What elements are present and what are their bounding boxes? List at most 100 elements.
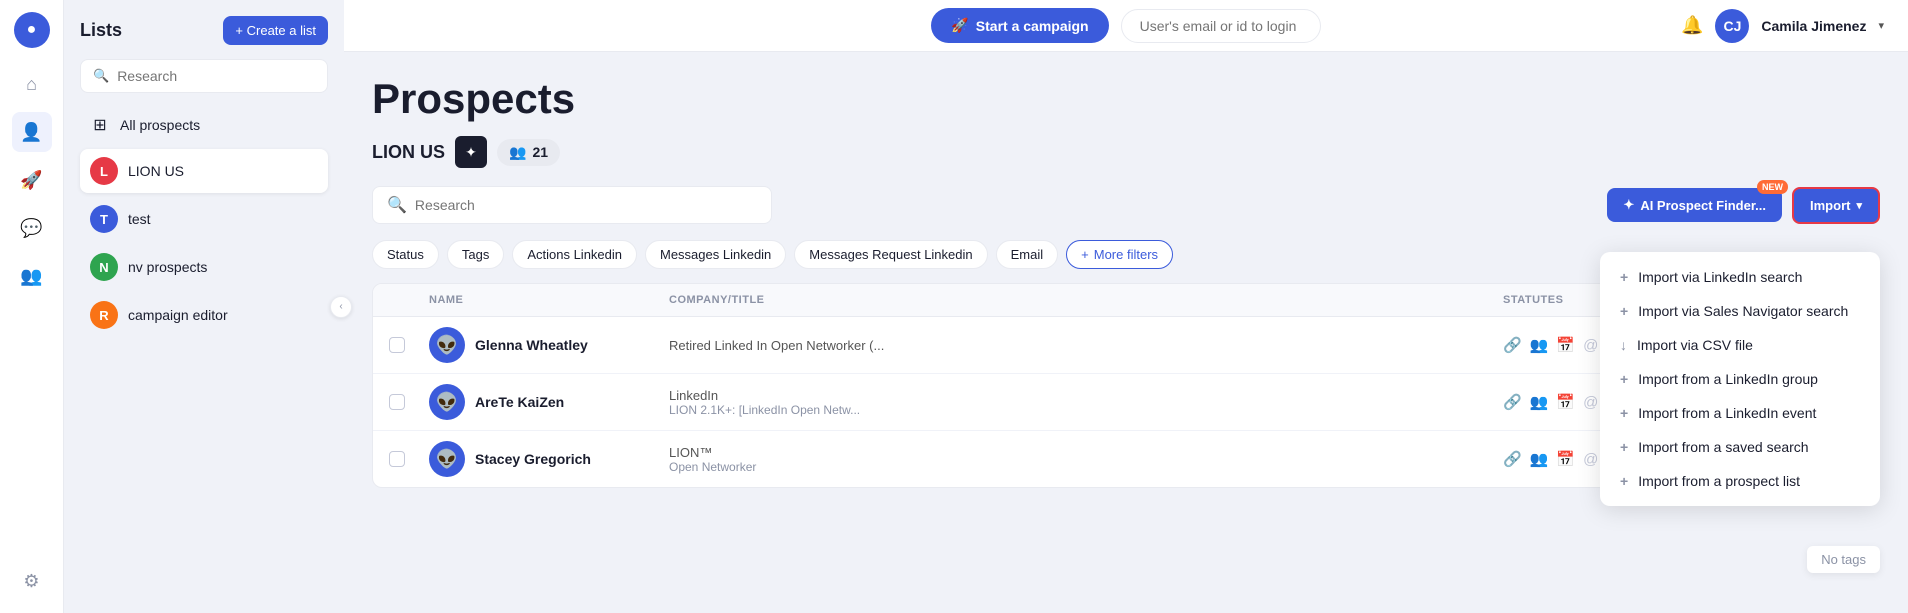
import-linkedin-search-item[interactable]: + Import via LinkedIn search <box>1600 260 1880 294</box>
filter-email[interactable]: Email <box>996 240 1059 269</box>
sidebar-item-nv-prospects[interactable]: N nv prospects <box>80 245 328 289</box>
main-content: 🚀 Start a campaign 🔔 CJ Camila Jimenez ▾… <box>344 0 1908 613</box>
ai-sparkle-icon: ✦ <box>1623 197 1634 213</box>
col-header-name: NAME <box>429 294 669 306</box>
import-prospect-list-item[interactable]: + Import from a prospect list <box>1600 464 1880 498</box>
row-checkbox-3[interactable] <box>389 451 405 467</box>
prospect-company-1: Retired Linked In Open Networker (... <box>669 338 1503 353</box>
ai-btn-label: AI Prospect Finder... <box>1640 198 1766 213</box>
rocket-icon: 🚀 <box>951 17 968 34</box>
link-icon-2[interactable]: 🔗 <box>1503 393 1522 411</box>
import-linkedin-group-item[interactable]: + Import from a LinkedIn group <box>1600 362 1880 396</box>
sidebar-item-campaign-editor[interactable]: R campaign editor <box>80 293 328 337</box>
company-title-3: LION™ <box>669 445 889 460</box>
import-sales-navigator-item[interactable]: + Import via Sales Navigator search <box>1600 294 1880 328</box>
import-btn-label: Import <box>1810 198 1850 213</box>
more-filters-label: More filters <box>1094 247 1158 262</box>
plus-icon: + <box>1081 247 1089 262</box>
plus-icon-4: + <box>1620 405 1628 421</box>
download-icon: ↓ <box>1620 337 1627 353</box>
app-logo[interactable]: ● <box>14 12 50 48</box>
filter-status[interactable]: Status <box>372 240 439 269</box>
members-icon: 👥 <box>509 144 526 161</box>
company-sub-2: LION 2.1K+: [LinkedIn Open Netw... <box>669 403 889 417</box>
import-sales-navigator-label: Import via Sales Navigator search <box>1638 303 1848 319</box>
sidebar-search-input[interactable] <box>117 68 315 84</box>
sidebar-search-icon: 🔍 <box>93 68 109 84</box>
prospect-name-1: Glenna Wheatley <box>475 337 588 353</box>
prospect-avatar-2: 👽 <box>429 384 465 420</box>
list-name-test: test <box>128 211 151 227</box>
filter-messages-request-linkedin[interactable]: Messages Request Linkedin <box>794 240 987 269</box>
sidebar-search-box: 🔍 <box>80 59 328 93</box>
grid-icon: ⊞ <box>90 115 110 135</box>
calendar-icon[interactable]: 📅 <box>1556 336 1575 354</box>
groups-nav-icon[interactable]: 👥 <box>12 256 52 296</box>
link-icon-3[interactable]: 🔗 <box>1503 450 1522 468</box>
import-linkedin-search-label: Import via LinkedIn search <box>1638 269 1802 285</box>
row-checkbox-2[interactable] <box>389 394 405 410</box>
ai-prospect-finder-button[interactable]: ✦ AI Prospect Finder... NEW <box>1607 188 1782 222</box>
create-list-button[interactable]: + Create a list <box>223 16 328 45</box>
user-email-input[interactable] <box>1121 9 1321 43</box>
plus-icon-3: + <box>1620 371 1628 387</box>
list-name-display: LION US <box>372 142 445 163</box>
prospect-info-1: 👽 Glenna Wheatley <box>429 327 669 363</box>
plus-icon-6: + <box>1620 473 1628 489</box>
sidebar-header: Lists + Create a list <box>80 16 328 45</box>
home-nav-icon[interactable]: ⌂ <box>12 64 52 104</box>
sidebar-item-all-prospects[interactable]: ⊞ All prospects <box>80 107 328 143</box>
at-icon[interactable]: @ <box>1583 337 1598 354</box>
messages-nav-icon[interactable]: 💬 <box>12 208 52 248</box>
icon-bar: ● ⌂ 👤 🚀 💬 👥 ⚙ <box>0 0 64 613</box>
more-filters-button[interactable]: + More filters <box>1066 240 1173 269</box>
import-dropdown-menu: + Import via LinkedIn search + Import vi… <box>1600 252 1880 506</box>
new-badge: NEW <box>1757 180 1788 194</box>
bell-icon[interactable]: 🔔 <box>1681 15 1703 36</box>
list-avatar-r: R <box>90 301 118 329</box>
import-button[interactable]: Import ▾ <box>1792 187 1880 224</box>
list-name-campaign-editor: campaign editor <box>128 307 228 323</box>
import-prospect-list-label: Import from a prospect list <box>1638 473 1800 489</box>
prospect-name-3: Stacey Gregorich <box>475 451 591 467</box>
settings-nav-icon[interactable]: ⚙ <box>12 561 52 601</box>
user-name[interactable]: Camila Jimenez <box>1761 18 1866 34</box>
calendar-icon-3[interactable]: 📅 <box>1556 450 1575 468</box>
top-header: 🚀 Start a campaign 🔔 CJ Camila Jimenez ▾ <box>344 0 1908 52</box>
at-icon-3[interactable]: @ <box>1583 451 1598 468</box>
list-name-lion-us: LION US <box>128 163 184 179</box>
group-icon-3[interactable]: 👥 <box>1530 450 1549 468</box>
prospect-info-3: 👽 Stacey Gregorich <box>429 441 669 477</box>
toolbar-buttons: ✦ AI Prospect Finder... NEW Import ▾ <box>1607 187 1880 224</box>
all-prospects-label: All prospects <box>120 117 200 133</box>
group-icon[interactable]: 👥 <box>1530 336 1549 354</box>
sidebar-collapse-button[interactable]: ‹ <box>330 296 352 318</box>
no-tags-label: No tags <box>1807 546 1880 573</box>
calendar-icon-2[interactable]: 📅 <box>1556 393 1575 411</box>
at-icon-2[interactable]: @ <box>1583 394 1598 411</box>
company-sub-3: Open Networker <box>669 460 889 474</box>
link-icon[interactable]: 🔗 <box>1503 336 1522 354</box>
filter-actions-linkedin[interactable]: Actions Linkedin <box>512 240 637 269</box>
page-title: Prospects <box>372 76 1880 122</box>
col-header-company: COMPANY/TITLE <box>669 294 1503 306</box>
rocket-nav-icon[interactable]: 🚀 <box>12 160 52 200</box>
import-linkedin-event-item[interactable]: + Import from a LinkedIn event <box>1600 396 1880 430</box>
people-nav-icon[interactable]: 👤 <box>12 112 52 152</box>
sidebar-item-test[interactable]: T test <box>80 197 328 241</box>
user-menu-chevron-icon[interactable]: ▾ <box>1878 19 1884 32</box>
sidebar-item-lion-us[interactable]: L LION US <box>80 149 328 193</box>
row-checkbox-1[interactable] <box>389 337 405 353</box>
import-csv-item[interactable]: ↓ Import via CSV file <box>1600 328 1880 362</box>
filter-messages-linkedin[interactable]: Messages Linkedin <box>645 240 786 269</box>
filter-tags[interactable]: Tags <box>447 240 504 269</box>
group-icon-2[interactable]: 👥 <box>1530 393 1549 411</box>
main-search-icon: 🔍 <box>387 195 407 215</box>
plus-icon-5: + <box>1620 439 1628 455</box>
list-avatar-t: T <box>90 205 118 233</box>
main-search-input[interactable] <box>415 197 757 213</box>
start-campaign-button[interactable]: 🚀 Start a campaign <box>931 8 1108 43</box>
import-saved-search-item[interactable]: + Import from a saved search <box>1600 430 1880 464</box>
list-avatar-l: L <box>90 157 118 185</box>
prospect-avatar-1: 👽 <box>429 327 465 363</box>
